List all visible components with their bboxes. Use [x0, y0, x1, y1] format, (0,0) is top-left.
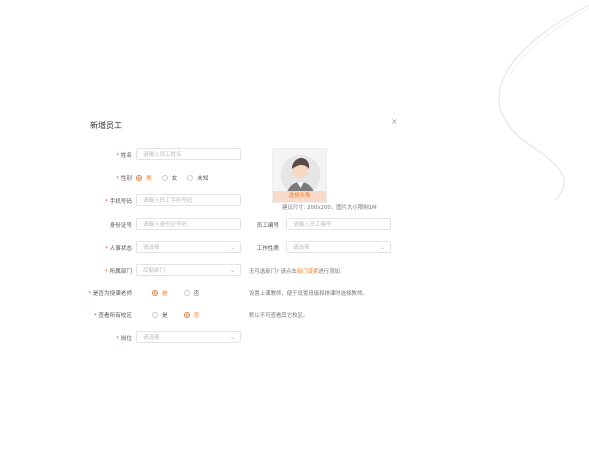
chevron-down-icon: ⌄ — [379, 244, 385, 251]
name-input[interactable]: 请输入员工姓名 — [136, 148, 241, 160]
employee-no-input[interactable]: 请输入员工编号 — [286, 218, 391, 230]
is-teacher-radio-group: 是 否 — [152, 289, 209, 297]
job-nature-select[interactable]: 请选择 ⌄ — [286, 241, 391, 253]
id-card-label: 身份证号 — [109, 223, 132, 229]
phone-label: * 手机号码 — [105, 199, 132, 205]
view-all-yes-radio[interactable]: 是 — [152, 311, 168, 319]
hr-status-label: * 人事状态 — [105, 246, 132, 252]
position-select[interactable]: 请选择 ⌄ — [136, 331, 241, 343]
view-all-label: * 查看所有校区 — [93, 313, 132, 319]
department-settings-link[interactable]: 部门设置 — [297, 269, 319, 275]
employee-no-label: 员工编号 — [256, 223, 279, 229]
close-icon[interactable]: × — [391, 118, 398, 126]
id-card-input[interactable]: 请输入身份证号码 — [136, 218, 241, 230]
chevron-down-icon: ⌄ — [229, 267, 235, 274]
is-teacher-no-radio[interactable]: 否 — [183, 289, 199, 297]
avatar-upload[interactable]: 选择头像 — [272, 148, 327, 203]
teacher-hint: 设置上课教师，便于设置班级和排课时选择教师。 — [249, 291, 368, 297]
add-employee-dialog: 新增员工 × * 姓名 请输入员工姓名 选择头像 建议尺寸: 200x200，图… — [82, 110, 402, 360]
department-label: * 所属部门 — [105, 269, 132, 275]
view-all-radio-group: 是 否 — [152, 311, 209, 319]
job-nature-label: 工作性质 — [256, 246, 279, 252]
view-all-no-radio[interactable]: 否 — [183, 311, 199, 319]
gender-radio-group: 男 女 未知 — [136, 174, 218, 182]
gender-female-radio[interactable]: 女 — [161, 174, 177, 182]
hr-status-select[interactable]: 请选择 ⌄ — [136, 241, 241, 253]
gender-male-radio[interactable]: 男 — [136, 174, 152, 182]
dialog-title: 新增员工 — [90, 121, 122, 130]
department-hint: 无可选部门? 请点击部门设置进行添加 — [249, 269, 340, 275]
is-teacher-label: * 是否为授课老师 — [88, 291, 132, 297]
view-all-hint: 默认不可查看其它校区。 — [249, 313, 309, 319]
chevron-down-icon: ⌄ — [229, 334, 235, 341]
phone-input[interactable]: 请输入员工手机号码 — [136, 194, 241, 206]
gender-label: * 性别 — [116, 176, 132, 182]
is-teacher-yes-radio[interactable]: 是 — [152, 289, 168, 297]
department-select[interactable]: 后勤部门 ⌄ — [136, 264, 241, 276]
choose-avatar-button[interactable]: 选择头像 — [273, 191, 326, 202]
avatar-hint: 建议尺寸: 200x200，图片大小限制1M — [282, 205, 377, 211]
position-label: * 岗位 — [116, 336, 132, 342]
gender-unknown-radio[interactable]: 未知 — [187, 174, 208, 182]
name-label: * 姓名 — [116, 153, 132, 159]
